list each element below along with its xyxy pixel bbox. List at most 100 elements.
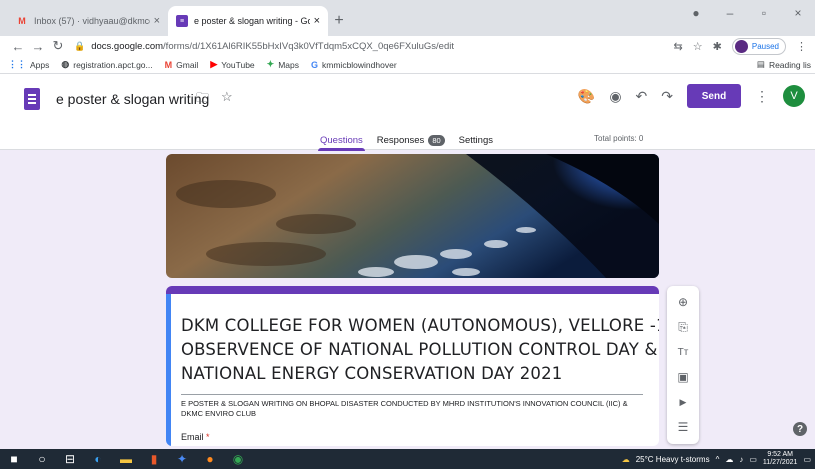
firefox-icon[interactable]: ●	[196, 449, 224, 469]
url-path: /forms/d/1X61Al6RIK55bHxIVq3k0VfTdqm5xCQ…	[163, 40, 454, 52]
add-video-icon[interactable]: ▶	[672, 390, 694, 414]
heading-line: OBSERVENCE OF NATIONAL POLLUTION CONTROL…	[181, 340, 658, 359]
earth-from-space-image	[166, 154, 659, 278]
url-field[interactable]: 🔒 docs.google.com /forms/d/1X61Al6RIK55b…	[74, 37, 674, 55]
gmail-icon: M	[18, 16, 26, 26]
undo-icon[interactable]: ↶	[636, 88, 648, 105]
heading-line: NATIONAL ENERGY CONSERVATION DAY 2021	[181, 364, 563, 383]
palette-icon[interactable]: 🎨	[578, 88, 595, 105]
forms-logo-icon[interactable]	[24, 88, 40, 110]
extensions-icon[interactable]: ✱	[713, 40, 722, 53]
tab-gmail[interactable]: M Inbox (57) · vidhyaau@dkmcolle ×	[8, 6, 168, 36]
responses-count-badge: 80	[428, 134, 445, 146]
address-bar-row: ← → ↻ 🔒 docs.google.com /forms/d/1X61Al6…	[0, 36, 815, 56]
office-icon[interactable]: ▮	[140, 449, 168, 469]
reading-list-button[interactable]: ▤ Reading lis	[757, 59, 811, 70]
form-description[interactable]: E POSTER & SLOGAN WRITING ON BHOPAL DISA…	[181, 399, 643, 419]
volume-icon[interactable]: ♪	[739, 455, 743, 464]
forward-icon[interactable]: →	[28, 39, 48, 54]
task-view-icon[interactable]: ⊟	[56, 449, 84, 469]
bookmark-apps[interactable]: ⋮⋮ Apps	[8, 59, 49, 70]
bookmark-label: registration.apct.go...	[73, 59, 153, 70]
question-title: Email	[181, 432, 204, 442]
profile-status: Paused	[751, 41, 779, 51]
tab-label: Responses	[376, 134, 425, 146]
selected-card-accent	[166, 294, 171, 446]
profile-button[interactable]: Paused	[731, 37, 786, 55]
email-question-label: Email *	[181, 432, 210, 442]
bookmark-registration[interactable]: ◍ registration.apct.go...	[61, 59, 152, 70]
window-controls: ● – ▫ ×	[679, 6, 815, 20]
file-explorer-icon[interactable]: ▬	[112, 449, 140, 469]
system-tray: ☁ 25°C Heavy t-storms ^ ☁ ♪ ▭ 9:52 AM 11…	[622, 449, 815, 469]
tab-forms[interactable]: ≡ e poster & slogan writing - Goo ×	[168, 6, 328, 36]
tab-title: Inbox (57) · vidhyaau@dkmcolle	[34, 16, 150, 26]
url-host: docs.google.com	[91, 40, 164, 52]
maps-icon: ✦	[266, 59, 275, 69]
bookmark-google[interactable]: Gkmmicblowindhover	[311, 60, 397, 70]
reload-icon[interactable]: ↻	[48, 38, 68, 54]
new-tab-button[interactable]: +	[328, 6, 350, 36]
form-heading[interactable]: DKM COLLEGE FOR WOMEN (AUTONOMOUS), VELL…	[181, 314, 659, 386]
avatar	[734, 39, 748, 53]
tab-questions[interactable]: Questions	[318, 130, 365, 151]
forms-header: e poster & slogan writing 🗀 ☆ 🎨 ◉ ↶ ↷ Se…	[0, 74, 815, 151]
menu-icon[interactable]: ⋮	[796, 40, 807, 53]
bookmark-youtube[interactable]: ▶ YouTube	[210, 59, 254, 70]
preview-eye-icon[interactable]: ◉	[609, 88, 621, 105]
browser-tab-strip: M Inbox (57) · vidhyaau@dkmcolle × ≡ e p…	[0, 0, 815, 36]
question-toolbox: ⊕ ⎘ Tт ▣ ▶ ☰	[667, 286, 699, 444]
search-icon[interactable]: ○	[28, 449, 56, 469]
import-questions-icon[interactable]: ⎘	[672, 315, 694, 339]
bookmark-label: YouTube	[221, 59, 255, 70]
add-question-icon[interactable]: ⊕	[672, 290, 694, 314]
globe-icon: ◍	[61, 59, 70, 69]
reading-list-icon: ▤	[756, 59, 765, 69]
weather-text[interactable]: 25°C Heavy t-storms	[636, 455, 710, 464]
form-title[interactable]: e poster & slogan writing	[56, 91, 209, 107]
total-points: Total points: 0	[594, 134, 644, 143]
add-title-icon[interactable]: Tт	[672, 340, 694, 364]
translate-icon[interactable]: ⇆	[674, 40, 683, 53]
windows-start-icon[interactable]: ■	[0, 449, 28, 469]
form-tabs: Questions Responses 80 Settings	[318, 130, 493, 151]
tab-responses[interactable]: Responses 80	[377, 130, 445, 150]
tab-settings[interactable]: Settings	[459, 130, 493, 150]
avatar[interactable]: V	[783, 85, 805, 107]
edge-icon[interactable]: ◐	[84, 449, 112, 469]
display-icon[interactable]: ▭	[749, 455, 757, 464]
folder-icon[interactable]: 🗀	[196, 89, 209, 111]
windows-taskbar: ■ ○ ⊟ ◐ ▬ ▮ ✦ ● ◉ ☁ 25°C Heavy t-storms …	[0, 449, 815, 469]
bookmark-label: Maps	[278, 59, 299, 70]
maximize-icon[interactable]: ▫	[747, 6, 781, 20]
network-icon[interactable]: ☁	[725, 455, 733, 464]
redo-icon[interactable]: ↷	[661, 88, 673, 105]
tab-title: e poster & slogan writing - Goo	[194, 16, 310, 26]
close-tab-icon[interactable]: ×	[154, 15, 160, 27]
heading-underline	[181, 394, 643, 395]
back-icon[interactable]: ←	[8, 39, 28, 54]
clock-date: 11/27/2021	[762, 459, 798, 466]
bookmark-gmail[interactable]: M Gmail	[165, 60, 199, 70]
add-section-icon[interactable]: ☰	[672, 415, 694, 439]
chrome-icon[interactable]: ◉	[224, 449, 252, 469]
gmail-icon: M	[164, 59, 173, 70]
add-image-icon[interactable]: ▣	[672, 365, 694, 389]
send-button[interactable]: Send	[687, 84, 741, 108]
clock[interactable]: 9:52 AM 11/27/2021	[763, 451, 798, 467]
close-window-icon[interactable]: ×	[781, 6, 815, 20]
reading-list-label: Reading lis	[768, 59, 811, 70]
form-title-card[interactable]: DKM COLLEGE FOR WOMEN (AUTONOMOUS), VELL…	[166, 286, 659, 446]
more-options-icon[interactable]: ⋮	[755, 88, 769, 105]
star-icon[interactable]: ☆	[221, 89, 233, 111]
bookmark-star-icon[interactable]: ☆	[693, 40, 703, 53]
bookmark-maps[interactable]: ✦ Maps	[267, 59, 299, 70]
close-tab-icon[interactable]: ×	[314, 15, 320, 27]
tray-chevron-icon[interactable]: ^	[716, 455, 720, 464]
profile-dot-icon[interactable]: ●	[679, 6, 713, 20]
notifications-icon[interactable]: ▭	[803, 455, 811, 464]
app-icon[interactable]: ✦	[168, 449, 196, 469]
bookmark-label: Gmail	[176, 59, 199, 70]
help-button[interactable]: ?	[793, 422, 807, 436]
minimize-icon[interactable]: –	[713, 6, 747, 20]
